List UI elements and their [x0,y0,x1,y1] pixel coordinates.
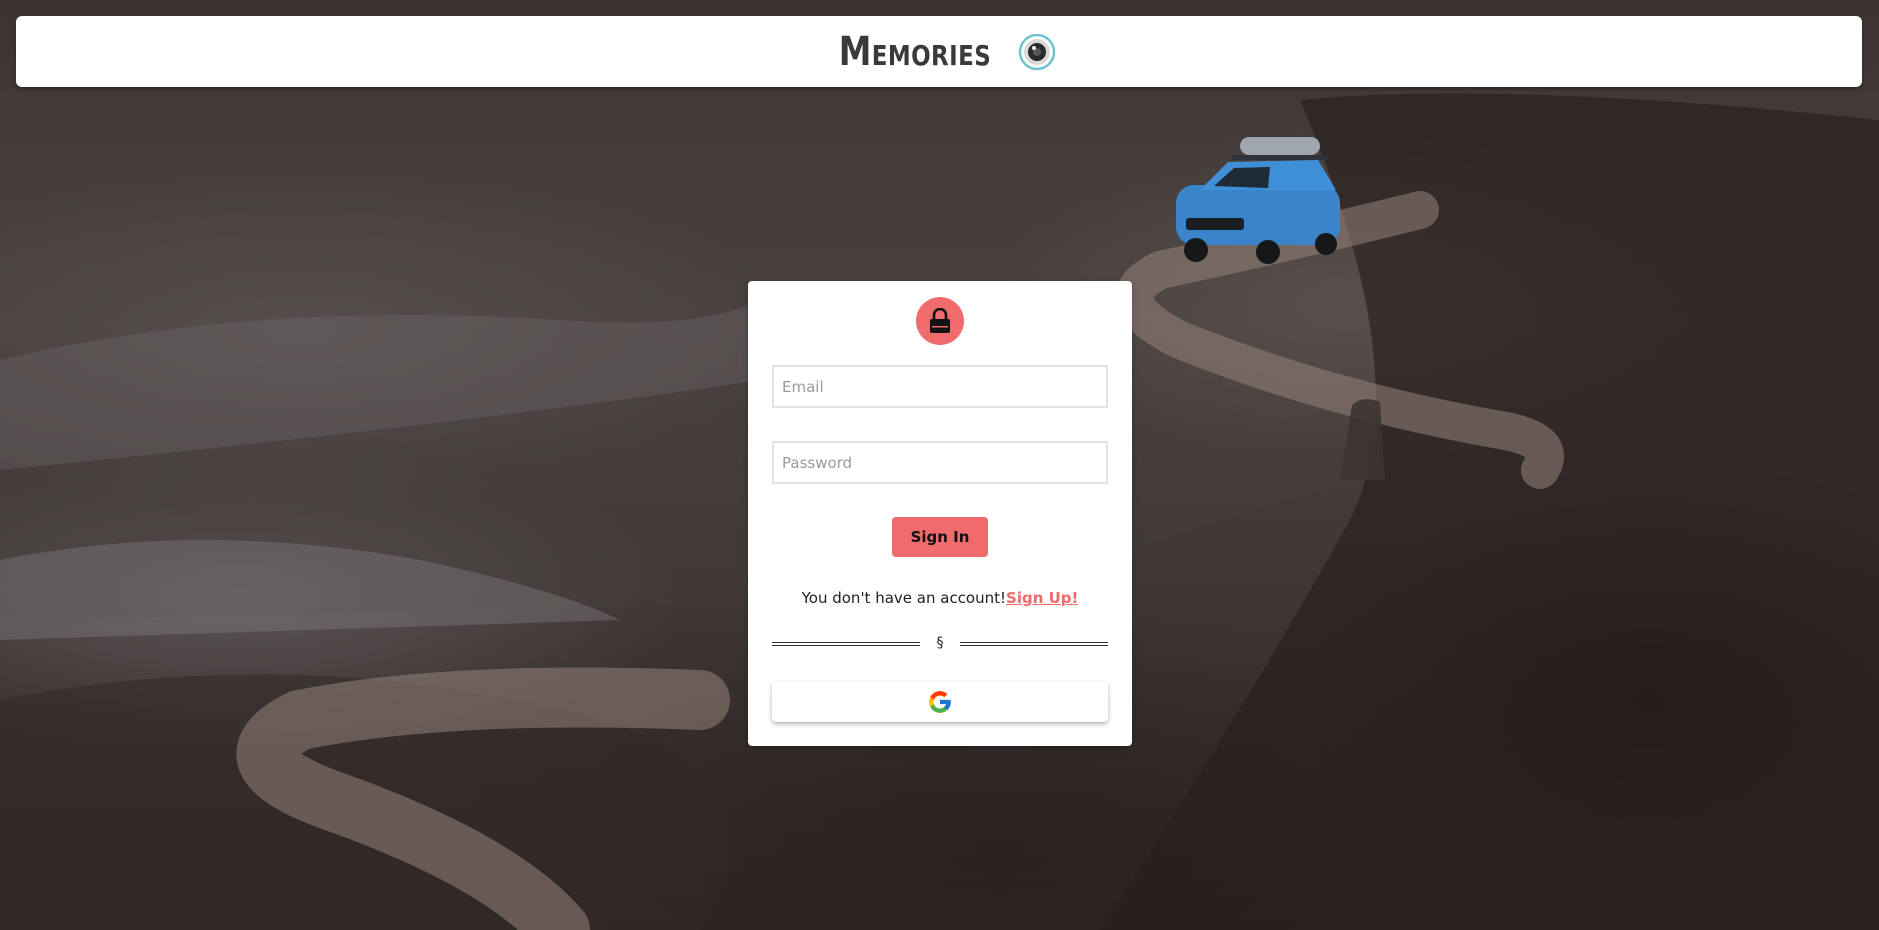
brand[interactable]: Memories [822,32,1056,72]
google-sign-in-button[interactable] [772,682,1108,722]
google-icon [929,691,951,713]
section-divider: § [772,635,1108,651]
camera-lens-icon [1018,33,1056,71]
sign-up-link[interactable]: Sign Up! [1006,589,1078,607]
lock-icon [930,308,950,333]
login-card: Sign In You don't have an account!Sign U… [748,281,1132,746]
divider-rule-right [960,642,1108,646]
email-field[interactable] [772,365,1108,408]
top-app-bar: Memories [16,16,1862,87]
signup-prompt-line: You don't have an account!Sign Up! [748,589,1132,607]
signup-prompt-text: You don't have an account! [801,589,1007,607]
lock-avatar [916,297,964,345]
brand-title: Memories [838,28,992,75]
password-field[interactable] [772,441,1108,484]
sign-in-button[interactable]: Sign In [892,517,988,557]
